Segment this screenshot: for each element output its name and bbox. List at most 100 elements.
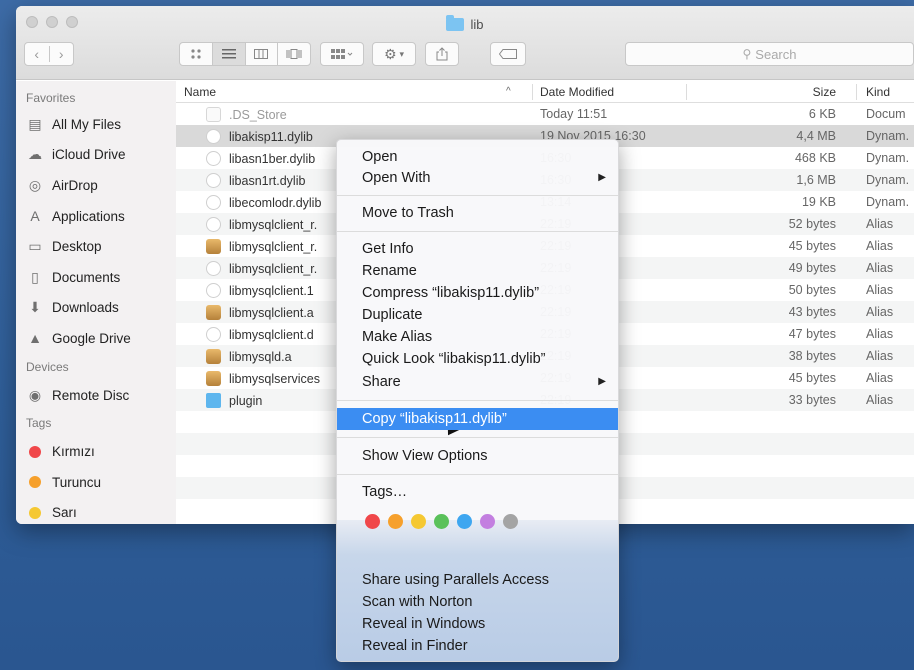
menu-item-get-info[interactable]: Get Info <box>337 238 618 260</box>
sidebar-tag-label: Sarı <box>52 505 77 521</box>
menu-item-rename[interactable]: Rename <box>337 260 618 282</box>
sidebar-item-label: Downloads <box>52 300 119 316</box>
file-name-text: libmysqlclient.d <box>229 328 314 342</box>
alias-file-icon <box>206 283 221 298</box>
coverflow-view-icon <box>286 49 302 59</box>
menu-item-share[interactable]: Share ▶ <box>337 371 618 393</box>
search-field[interactable]: ⚲ Search <box>625 42 914 66</box>
sidebar-fav-0[interactable]: ▤ All My Files <box>16 109 176 140</box>
column-size-header[interactable]: Size <box>686 85 836 99</box>
share-icon <box>436 47 448 61</box>
file-date: Today 11:51 <box>540 107 608 121</box>
file-name-text: libmysqlclient_r. <box>229 240 318 254</box>
arrange-button[interactable] <box>320 42 364 66</box>
file-name-text: libasn1rt.dylib <box>229 174 306 188</box>
sidebar-fav-7[interactable]: ▲ Google Drive <box>16 323 176 354</box>
column-divider[interactable] <box>856 84 857 100</box>
share-button[interactable] <box>425 42 459 66</box>
title-bar: lib ‹ › ⚙ ▾ ⚲ Search <box>16 6 914 80</box>
sidebar-item-label: Applications <box>52 208 125 224</box>
file-kind: Alias <box>866 305 894 319</box>
sidebar-dev-0[interactable]: ◉ Remote Disc <box>16 380 176 411</box>
sidebar-fav-4[interactable]: ▭ Desktop <box>16 231 176 262</box>
file-name-text: libmysqlclient_r. <box>229 262 318 276</box>
menu-tag-colors <box>365 514 518 529</box>
menu-item-show-view-options[interactable]: Show View Options <box>337 445 618 467</box>
sidebar-fav-5[interactable]: ▯ Documents <box>16 262 176 293</box>
menu-item-reveal-finder[interactable]: Reveal in Finder <box>337 635 618 657</box>
file-size: 52 bytes <box>788 217 836 231</box>
sidebar-fav-1[interactable]: ☁ iCloud Drive <box>16 140 176 171</box>
menu-item-reveal-windows[interactable]: Reveal in Windows <box>337 613 618 635</box>
column-name-header[interactable]: Name <box>184 85 524 99</box>
context-menu: Open Open With ▶ Move to Trash Get Info … <box>336 139 619 662</box>
cloud-icon: ☁ <box>28 146 42 163</box>
tag-color-5-icon[interactable] <box>480 514 495 529</box>
tags-button[interactable] <box>490 42 526 66</box>
coverflow-view-button[interactable] <box>278 43 310 65</box>
menu-item-share-label: Share <box>362 374 401 390</box>
library-file-icon <box>206 239 221 254</box>
menu-item-open-with[interactable]: Open With ▶ <box>337 167 618 189</box>
menu-item-scan-norton[interactable]: Scan with Norton <box>337 591 618 613</box>
forward-button[interactable]: › <box>50 46 74 62</box>
column-date-header[interactable]: Date Modified <box>540 85 680 99</box>
tag-color-6-icon[interactable] <box>503 514 518 529</box>
menu-item-move-to-trash[interactable]: Move to Trash <box>337 202 618 224</box>
file-kind: Alias <box>866 261 894 275</box>
menu-separator <box>337 195 618 196</box>
tag-color-icon <box>29 506 41 519</box>
tag-color-3-icon[interactable] <box>434 514 449 529</box>
tag-color-2-icon[interactable] <box>411 514 426 529</box>
file-size: 43 bytes <box>788 305 836 319</box>
sidebar-tag-label: Kırmızı <box>52 444 95 460</box>
column-divider[interactable] <box>532 84 533 100</box>
column-view-button[interactable] <box>246 43 279 65</box>
menu-separator <box>337 437 618 438</box>
list-view-icon <box>221 49 236 59</box>
menu-separator <box>337 231 618 232</box>
sidebar: Favorites ▤ All My Files ☁ iCloud Drive ◎ Air… <box>16 81 176 524</box>
sidebar-fav-3[interactable]: A Applications <box>16 201 176 232</box>
tag-icon <box>499 49 517 59</box>
menu-item-share-parallels[interactable]: Share using Parallels Access <box>337 569 618 591</box>
sidebar-fav-2[interactable]: ◎ AirDrop <box>16 170 176 201</box>
list-view-button[interactable] <box>212 43 246 65</box>
table-row[interactable]: .DS_Store Today 11:51 6 KB Docum <box>176 103 914 125</box>
sidebar-fav-6[interactable]: ⬇ Downloads <box>16 293 176 324</box>
icon-view-icon <box>191 49 201 59</box>
file-size: 19 KB <box>801 195 836 209</box>
column-header: Name ^ Date Modified Size Kind <box>176 81 914 103</box>
tag-color-0-icon[interactable] <box>365 514 380 529</box>
column-view-icon <box>254 49 269 59</box>
column-kind-header[interactable]: Kind <box>866 85 914 99</box>
action-button[interactable]: ⚙ ▾ <box>372 42 416 66</box>
dylib-file-icon <box>206 129 221 144</box>
icon-view-button[interactable] <box>180 43 213 65</box>
sidebar-tag-1[interactable]: Turuncu <box>16 467 176 498</box>
menu-item-copy[interactable]: Copy “libakisp11.dylib” <box>337 408 618 430</box>
tag-color-4-icon[interactable] <box>457 514 472 529</box>
file-kind: Alias <box>866 283 894 297</box>
sidebar-header-devices: Devices <box>26 359 69 374</box>
folder-icon <box>206 393 221 408</box>
sidebar-tag-2[interactable]: Sarı <box>16 498 176 524</box>
file-name-text: libakisp11.dylib <box>229 130 313 144</box>
sidebar-item-label: Desktop <box>52 239 102 255</box>
sidebar-tag-0[interactable]: Kırmızı <box>16 436 176 467</box>
tag-color-1-icon[interactable] <box>388 514 403 529</box>
menu-item-compress[interactable]: Compress “libakisp11.dylib” <box>337 282 618 304</box>
menu-item-make-alias[interactable]: Make Alias <box>337 326 618 348</box>
library-file-icon <box>206 371 221 386</box>
tag-color-icon <box>29 445 41 458</box>
menu-item-quick-look[interactable]: Quick Look “libakisp11.dylib” <box>337 348 618 370</box>
file-name-text: .DS_Store <box>229 108 287 122</box>
menu-item-tags[interactable]: Tags… <box>337 481 618 503</box>
menu-item-open[interactable]: Open <box>337 146 618 168</box>
file-size: 50 bytes <box>788 283 836 297</box>
window-title-text: lib <box>470 17 484 32</box>
back-button[interactable]: ‹ <box>25 46 50 62</box>
file-kind: Dynam. <box>866 151 910 165</box>
menu-item-duplicate[interactable]: Duplicate <box>337 304 618 326</box>
downloads-icon: ⬇ <box>29 299 41 316</box>
